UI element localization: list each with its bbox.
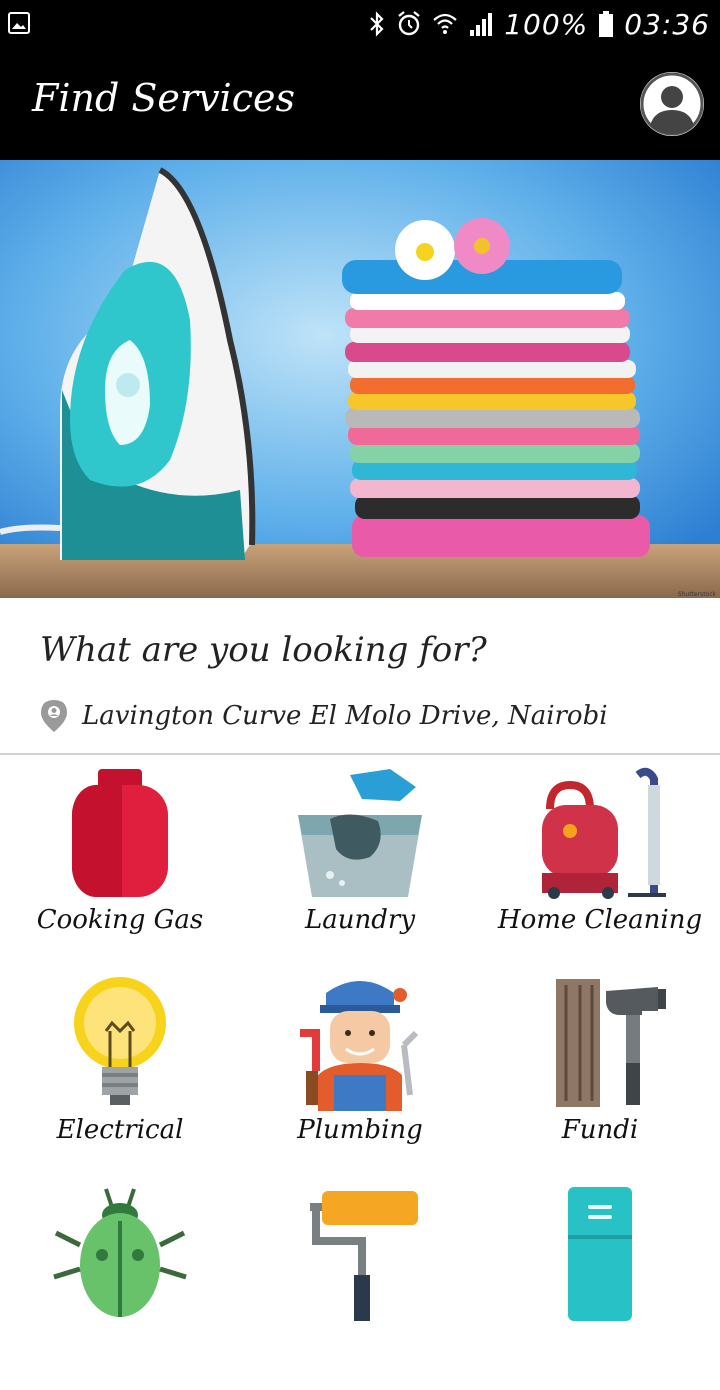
service-plumbing[interactable]: Plumbing — [240, 975, 480, 1180]
status-bar: 100% 03:36 — [0, 0, 720, 48]
plumber-icon — [300, 981, 419, 1111]
service-laundry[interactable]: Laundry — [240, 765, 480, 970]
laundry-basin-icon — [298, 769, 422, 897]
wifi-icon — [433, 13, 457, 34]
service-cooking-gas[interactable]: Cooking Gas — [0, 765, 240, 970]
service-appliances[interactable] — [480, 1185, 720, 1390]
service-electrical[interactable]: Electrical — [0, 975, 240, 1180]
clock: 03:36 — [624, 7, 710, 41]
fridge-icon — [568, 1187, 632, 1321]
current-location[interactable]: Lavington Curve El Molo Drive, Nairobi — [40, 698, 608, 734]
app-bar: Find Services — [0, 48, 720, 160]
service-home-cleaning[interactable]: Home Cleaning — [480, 765, 720, 970]
location-pin-icon — [41, 700, 67, 732]
service-fundi[interactable]: Fundi — [480, 975, 720, 1180]
bluetooth-icon — [370, 11, 384, 37]
battery-icon — [599, 11, 614, 37]
paint-roller-icon — [310, 1191, 418, 1321]
hammer-icon — [556, 979, 666, 1107]
divider — [0, 753, 720, 755]
service-label: Laundry — [304, 905, 416, 935]
service-label: Plumbing — [297, 1115, 423, 1145]
battery-percent: 100% — [504, 7, 589, 41]
service-label: Fundi — [561, 1115, 639, 1145]
service-pest-control[interactable] — [0, 1185, 240, 1390]
light-bulb-icon — [74, 977, 166, 1105]
service-label: Home Cleaning — [497, 905, 703, 935]
page-title: Find Services — [32, 76, 295, 120]
gas-cylinder-icon — [72, 769, 168, 897]
service-label: Electrical — [56, 1115, 184, 1145]
search-prompt-heading: What are you looking for? — [40, 630, 487, 670]
folded-clothes-illustration — [342, 218, 650, 557]
vacuum-cleaner-icon — [542, 767, 666, 899]
service-label: Cooking Gas — [36, 905, 204, 935]
bug-icon — [53, 1188, 187, 1317]
location-text: Lavington Curve El Molo Drive, Nairobi — [82, 701, 608, 731]
alarm-icon — [398, 11, 420, 36]
signal-icon — [470, 13, 493, 36]
user-avatar-icon — [640, 72, 704, 136]
service-painting[interactable] — [240, 1185, 480, 1390]
gallery-notification-icon — [8, 12, 30, 34]
hero-banner-image: Shutterstock — [0, 160, 720, 598]
profile-avatar-button[interactable] — [640, 72, 704, 136]
image-credit: Shutterstock — [678, 591, 717, 598]
